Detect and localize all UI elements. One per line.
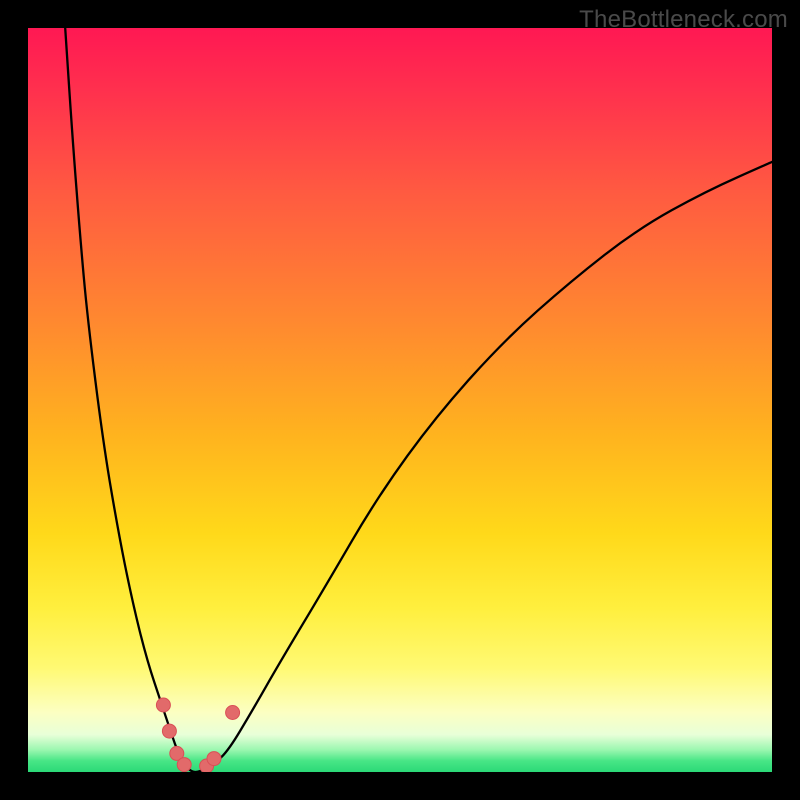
bottleneck-curve xyxy=(65,28,772,772)
marker-right-edge-upper xyxy=(226,706,240,720)
curve-svg xyxy=(28,28,772,772)
plot-area xyxy=(28,28,772,772)
marker-valley-left-b xyxy=(177,758,191,772)
markers-group xyxy=(156,698,239,772)
marker-left-edge-upper xyxy=(156,698,170,712)
marker-left-edge-lower xyxy=(162,724,176,738)
chart-frame: TheBottleneck.com xyxy=(0,0,800,800)
curve-path-group xyxy=(65,28,772,772)
watermark-text: TheBottleneck.com xyxy=(579,6,788,34)
marker-valley-right-b xyxy=(207,752,221,766)
